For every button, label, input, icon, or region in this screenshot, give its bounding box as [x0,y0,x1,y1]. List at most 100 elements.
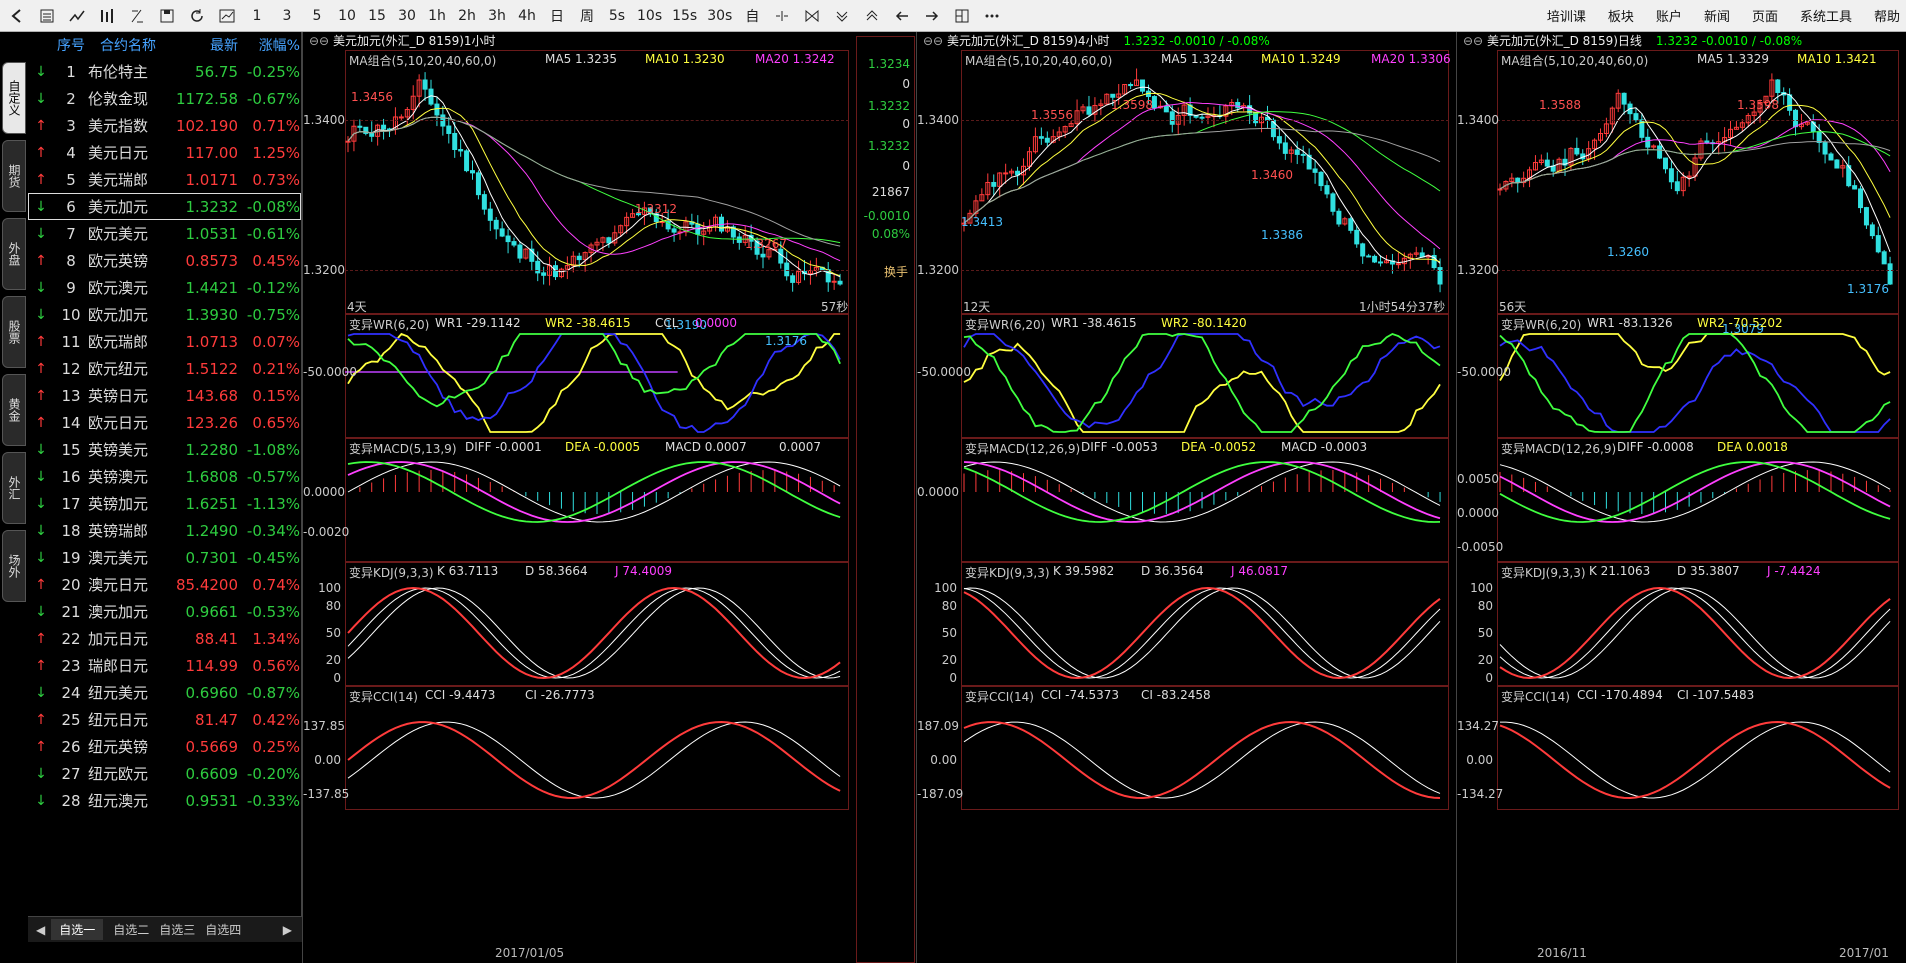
period-button-9[interactable]: 4h [514,3,540,29]
vtab-4[interactable]: 黄金 [2,374,26,446]
formula-button[interactable] [124,3,150,29]
quote-row[interactable]: ↓ 28 纽元澳元 0.9531 -0.33% [28,787,301,814]
quote-change: 0.15% [252,386,300,405]
kdj-axis-label: 80 [941,599,957,613]
kdj-line [963,587,1441,679]
period-button-1[interactable]: 3 [274,3,300,29]
cci-axis-label: 187.09 [917,719,959,733]
quote-row[interactable]: ↑ 13 英镑日元 143.68 0.15% [28,382,301,409]
menu-1[interactable]: 板块 [1608,6,1634,25]
vtab-6[interactable]: 场外 [2,530,26,602]
period-button-6[interactable]: 1h [424,3,450,29]
period-button-2[interactable]: 5 [304,3,330,29]
quote-row[interactable]: ↓ 9 欧元澳元 1.4421 -0.12% [28,274,301,301]
layout-button[interactable] [949,3,975,29]
menu-5[interactable]: 系统工具 [1800,6,1852,25]
quote-row[interactable]: ↓ 10 欧元加元 1.3930 -0.75% [28,301,301,328]
quote-row[interactable]: ↓ 18 英镑瑞郎 1.2490 -0.34% [28,517,301,544]
quote-change: 0.07% [252,332,300,351]
quote-row[interactable]: ↓ 15 英镑美元 1.2280 -1.08% [28,436,301,463]
quote-row[interactable]: ↑ 4 美元日元 117.00 1.25% [28,139,301,166]
quote-row[interactable]: ↑ 14 欧元日元 123.26 0.65% [28,409,301,436]
header-index[interactable]: 序号 [54,35,88,55]
period-button-14[interactable]: 15s [669,3,700,29]
period-button-7[interactable]: 2h [454,3,480,29]
list-button[interactable] [34,3,60,29]
more-button[interactable] [979,3,1005,29]
quote-row[interactable]: ↑ 12 欧元纽元 1.5122 0.21% [28,355,301,382]
chart-button[interactable] [214,3,240,29]
header-name[interactable]: 合约名称 [88,35,168,55]
vtab-2[interactable]: 外盘 [2,218,26,290]
up-icon [866,9,878,20]
quote-row[interactable]: ↑ 20 澳元日元 85.4200 0.74% [28,571,301,598]
period-button-8[interactable]: 3h [484,3,510,29]
quote-row[interactable]: ↓ 21 澳元加元 0.9661 -0.53% [28,598,301,625]
quote-row[interactable]: ↑ 26 纽元英镑 0.5669 0.25% [28,733,301,760]
menu-0[interactable]: 培训课 [1547,6,1586,25]
menu-6[interactable]: 帮助 [1874,6,1900,25]
save-button[interactable] [154,3,180,29]
tab-watchlist-4[interactable]: 自选四 [205,921,241,938]
bars-button[interactable] [94,3,120,29]
refresh-button[interactable] [184,3,210,29]
arrow-down-icon: ↓ [35,468,47,485]
draw-button[interactable] [769,3,795,29]
period-button-15[interactable]: 30s [704,3,735,29]
quote-row[interactable]: ↓ 7 欧元美元 1.0531 -0.61% [28,220,301,247]
period-button-5[interactable]: 30 [394,3,420,29]
tab-prev-icon[interactable]: ◀ [36,923,45,937]
vtab-1[interactable]: 期货 [2,140,26,212]
vtab-0[interactable]: 自定义 [2,62,26,134]
period-button-11[interactable]: 周 [574,3,600,29]
next-button[interactable] [919,3,945,29]
tab-watchlist-3[interactable]: 自选三 [159,921,195,938]
quote-row[interactable]: ↓ 27 纽元欧元 0.6609 -0.20% [28,760,301,787]
vtab-5[interactable]: 外汇 [2,452,26,524]
kdj-line [347,587,841,679]
candle-body [1086,106,1092,115]
tab-next-icon[interactable]: ▶ [283,923,292,937]
quote-row[interactable]: ↑ 5 美元瑞郎 1.0171 0.73% [28,166,301,193]
trend-button[interactable] [64,3,90,29]
chart-panel-1h[interactable]: ⊖⊖ 美元加元(外汇_D 8159)1小时 1.3400 1.3200 1.3456 1… [302,32,856,963]
compare-button[interactable] [799,3,825,29]
quote-row[interactable]: ↓ 6 美元加元 1.3232 -0.08% [28,193,301,220]
prev-button[interactable] [889,3,915,29]
quote-row[interactable]: ↓ 2 伦敦金现 1172.58 -0.67% [28,85,301,112]
chart-panel-4h[interactable]: ⊖⊖ 美元加元(外汇_D 8159)4小时 1.3232 -0.0010 / -0… [916,32,1456,963]
quote-row[interactable]: ↑ 8 欧元英镑 0.8573 0.45% [28,247,301,274]
vtab-3[interactable]: 股票 [2,296,26,368]
quote-row[interactable]: ↓ 24 纽元美元 0.6960 -0.87% [28,679,301,706]
tab-watchlist-2[interactable]: 自选二 [113,921,149,938]
period-button-16[interactable]: 自 [739,3,765,29]
menu-2[interactable]: 账户 [1656,6,1682,25]
quote-index: 3 [66,116,76,135]
quote-row[interactable]: ↑ 25 纽元日元 81.47 0.42% [28,706,301,733]
period-button-4[interactable]: 15 [364,3,390,29]
quote-change: 1.25% [252,143,300,162]
quote-row[interactable]: ↓ 1 布伦特主 56.75 -0.25% [28,58,301,85]
quote-row[interactable]: ↓ 19 澳元美元 0.7301 -0.45% [28,544,301,571]
header-last[interactable]: 最新 [168,35,238,55]
menu-3[interactable]: 新闻 [1704,6,1730,25]
cci-line [1500,721,1891,799]
quote-row[interactable]: ↑ 11 欧元瑞郎 1.0713 0.07% [28,328,301,355]
tab-watchlist-1[interactable]: 自选一 [51,919,104,940]
quote-row[interactable]: ↑ 23 瑞郎日元 114.99 0.56% [28,652,301,679]
down-button[interactable] [829,3,855,29]
menu-4[interactable]: 页面 [1752,6,1778,25]
period-button-10[interactable]: 日 [544,3,570,29]
up-button[interactable] [859,3,885,29]
period-button-0[interactable]: 1 [244,3,270,29]
quote-row[interactable]: ↓ 16 英镑澳元 1.6808 -0.57% [28,463,301,490]
quote-row[interactable]: ↑ 3 美元指数 102.190 0.71% [28,112,301,139]
quote-row[interactable]: ↓ 17 英镑加元 1.6251 -1.13% [28,490,301,517]
back-button[interactable] [4,3,30,29]
chart-panel-daily[interactable]: ⊖⊖ 美元加元(外汇_D 8159)日线 1.3232 -0.0010 / -0.… [1456,32,1906,963]
period-button-12[interactable]: 5s [604,3,630,29]
period-button-3[interactable]: 10 [334,3,360,29]
header-change[interactable]: 涨幅% [238,35,300,55]
quote-row[interactable]: ↑ 22 加元日元 88.41 1.34% [28,625,301,652]
period-button-13[interactable]: 10s [634,3,665,29]
